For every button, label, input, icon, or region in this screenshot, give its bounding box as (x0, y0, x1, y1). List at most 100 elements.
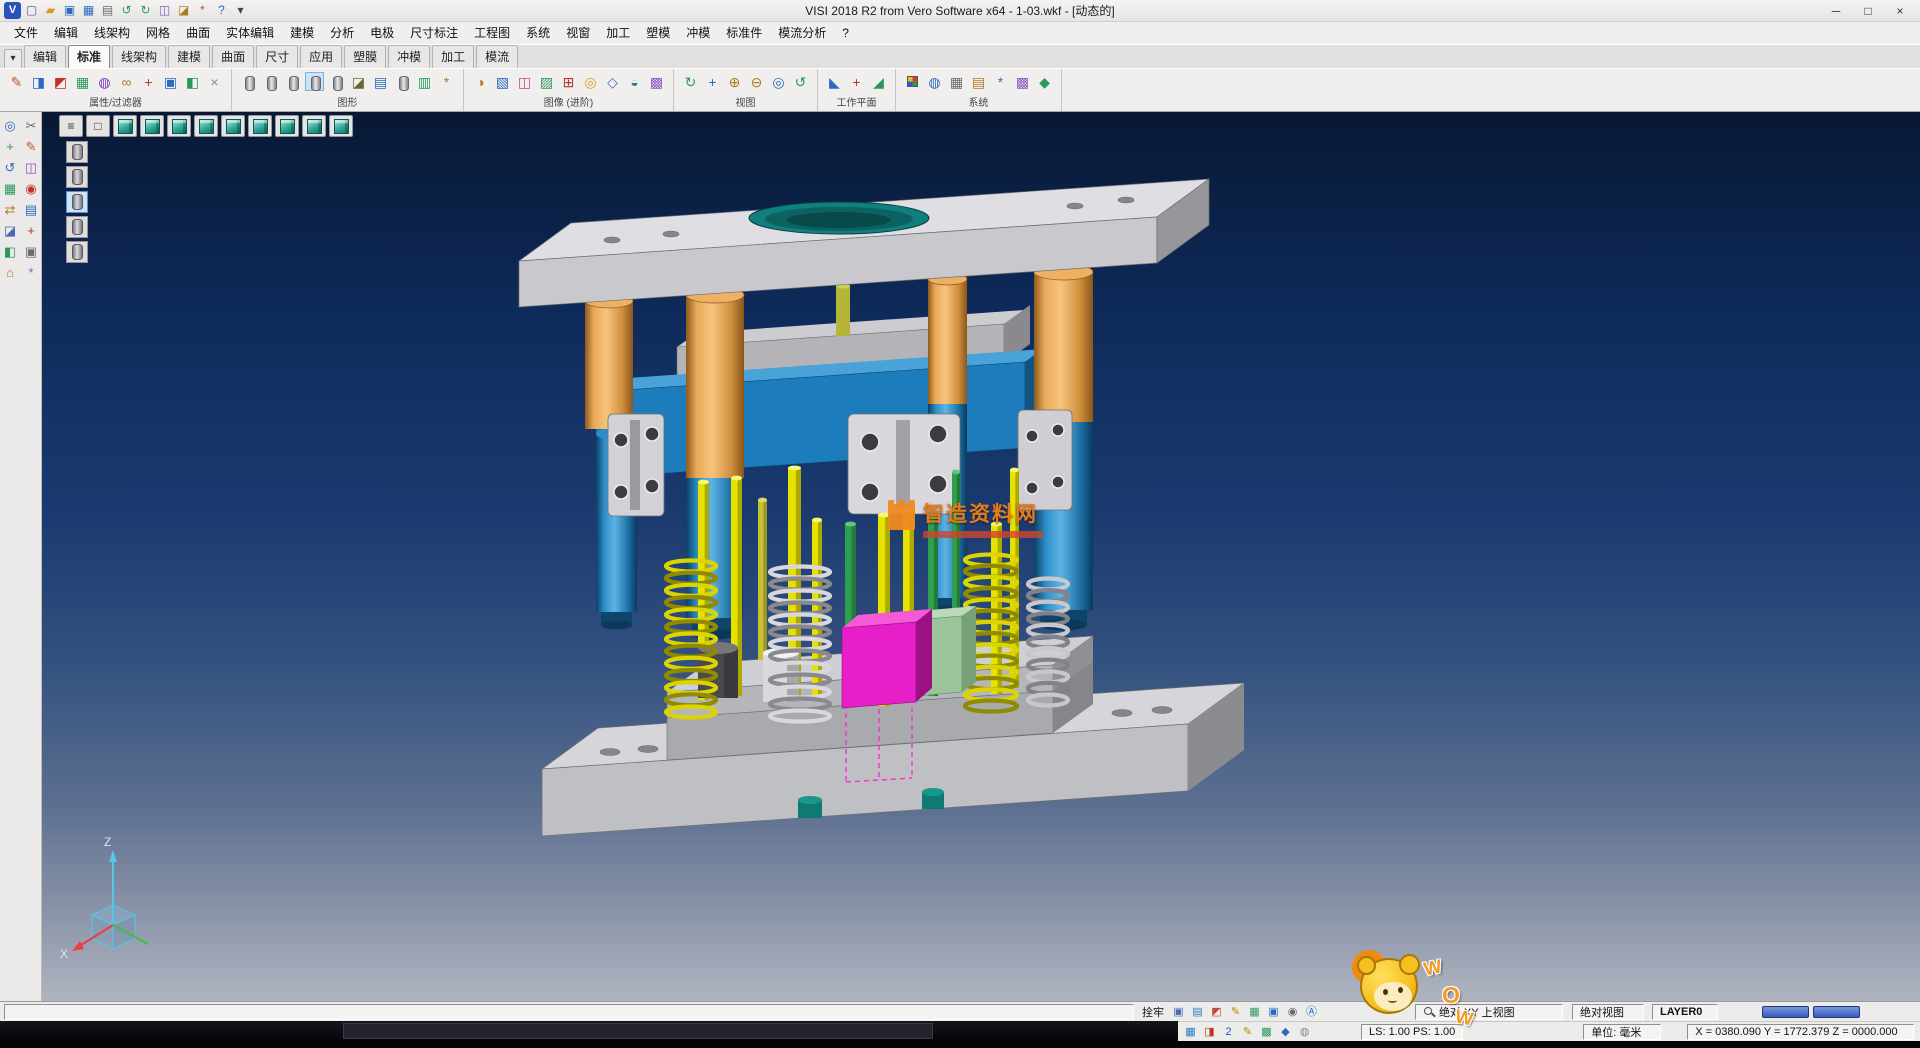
home-icon[interactable]: ⌂ (1, 263, 20, 282)
cube2-icon[interactable]: ◆ (1277, 1024, 1294, 1040)
workplane-xy-icon[interactable]: ◣ (825, 72, 844, 91)
info-icon[interactable]: ◉ (1284, 1004, 1301, 1020)
plus-icon[interactable]: + (22, 221, 41, 240)
system-colors-icon[interactable] (903, 72, 922, 91)
taskbar-app-button[interactable] (343, 1023, 933, 1039)
menu-item-5[interactable]: 实体编辑 (218, 22, 282, 44)
rotate-view-icon[interactable]: ↻ (681, 72, 700, 91)
draw-icon[interactable]: ✎ (1227, 1004, 1244, 1020)
pencil2-icon[interactable]: ✎ (1239, 1024, 1256, 1040)
move-icon[interactable]: + (1, 137, 20, 156)
layer-filter-icon[interactable]: ▦ (73, 72, 92, 91)
database-icon[interactable]: ▤ (969, 72, 988, 91)
redo-icon[interactable]: ↻ (137, 2, 154, 19)
scissors-icon[interactable]: ✂ (22, 116, 41, 135)
settings-icon[interactable]: * (194, 2, 211, 19)
background-icon[interactable]: ⊞ (559, 72, 578, 91)
box-icon[interactable]: ▣ (22, 242, 41, 261)
open-file-icon[interactable]: ▰ (42, 2, 59, 19)
menu-item-17[interactable]: 模流分析 (770, 22, 834, 44)
macro-icon[interactable]: ▩ (1013, 72, 1032, 91)
transparency-icon[interactable] (393, 72, 412, 91)
viewport-3d[interactable]: Z X ≡□ 智造资料网 (42, 112, 1920, 1001)
menu-item-14[interactable]: 塑模 (638, 22, 678, 44)
menu-item-12[interactable]: 视窗 (558, 22, 598, 44)
rotate-icon[interactable]: ↺ (1, 158, 20, 177)
menu-item-8[interactable]: 电极 (362, 22, 402, 44)
view-back-button[interactable] (275, 115, 299, 137)
snap-icon[interactable]: ▣ (1170, 1004, 1187, 1020)
advanced-image-settings-icon[interactable]: ▩ (647, 72, 666, 91)
编辑[interactable]: 编辑 (24, 45, 66, 68)
color-filter-icon[interactable]: ◩ (51, 72, 70, 91)
pan-view-icon[interactable]: + (703, 72, 722, 91)
help-icon[interactable]: ? (213, 2, 230, 19)
zoom-out-icon[interactable]: ⊖ (747, 72, 766, 91)
wireframe-mode-icon[interactable] (239, 72, 258, 91)
filter-edges-button[interactable] (66, 216, 88, 238)
palette2-icon[interactable]: ◨ (1201, 1024, 1218, 1040)
view-menu-button[interactable]: ≡ (59, 115, 83, 137)
view-right-button[interactable] (221, 115, 245, 137)
加工[interactable]: 加工 (432, 45, 474, 68)
graphics-settings-icon[interactable]: * (437, 72, 456, 91)
fit-view-icon[interactable]: ◎ (769, 72, 788, 91)
menu-item-6[interactable]: 建模 (282, 22, 322, 44)
尺寸[interactable]: 尺寸 (256, 45, 298, 68)
reflection-icon[interactable]: ◇ (603, 72, 622, 91)
menu-item-11[interactable]: 系统 (518, 22, 558, 44)
view-top-button[interactable] (167, 115, 191, 137)
view-dynamic-button[interactable] (329, 115, 353, 137)
mask-filter-icon[interactable]: ◧ (183, 72, 202, 91)
view-mode-field[interactable]: 绝对 XY 上视图 (1415, 1004, 1563, 1020)
menu-item-13[interactable]: 加工 (598, 22, 638, 44)
point-icon[interactable]: ◉ (22, 179, 41, 198)
menu-item-18[interactable]: ? (834, 22, 857, 44)
star-icon[interactable]: * (22, 263, 41, 282)
workplane-new-icon[interactable]: + (847, 72, 866, 91)
曲面[interactable]: 曲面 (212, 45, 254, 68)
clear-filter-icon[interactable]: × (205, 72, 224, 91)
shaded-edges-mode-icon[interactable] (305, 72, 324, 91)
light-icon[interactable]: ◎ (581, 72, 600, 91)
system-settings-icon[interactable]: ◆ (1035, 72, 1054, 91)
menu-item-9[interactable]: 尺寸标注 (402, 22, 466, 44)
material-icon[interactable]: ◫ (515, 72, 534, 91)
view-bottom-button[interactable] (302, 115, 326, 137)
paste-icon[interactable]: ◪ (175, 2, 192, 19)
menu-item-0[interactable]: 文件 (6, 22, 46, 44)
冲模[interactable]: 冲模 (388, 45, 430, 68)
image-capture-icon[interactable]: ◑ (471, 72, 490, 91)
minimize-button[interactable]: ─ (1820, 1, 1852, 21)
print-icon[interactable]: ▤ (99, 2, 116, 19)
highlight-edges-icon[interactable]: ▥ (415, 72, 434, 91)
array-icon[interactable]: ▦ (1, 179, 20, 198)
模流[interactable]: 模流 (476, 45, 518, 68)
ambient-icon[interactable]: ◒ (625, 72, 644, 91)
undo-icon[interactable]: ↺ (118, 2, 135, 19)
list-icon[interactable]: ▤ (22, 200, 41, 219)
draft-analysis-icon[interactable]: ▤ (371, 72, 390, 91)
shadow-icon[interactable]: ▨ (537, 72, 556, 91)
ime-icon[interactable]: Ⓐ (1303, 1004, 1320, 1020)
cube-icon[interactable]: ▣ (1265, 1004, 1282, 1020)
filter-solids-button[interactable] (66, 166, 88, 188)
model-canvas[interactable]: Z X (42, 112, 1920, 1001)
menu-item-2[interactable]: 线架构 (86, 22, 138, 44)
menu-item-3[interactable]: 网格 (138, 22, 178, 44)
view-front-button[interactable] (194, 115, 218, 137)
应用[interactable]: 应用 (300, 45, 342, 68)
view-shaded-button[interactable] (113, 115, 137, 137)
system-globe-icon[interactable]: ◍ (925, 72, 944, 91)
save-all-icon[interactable]: ▦ (80, 2, 97, 19)
element-filter-icon[interactable]: ◍ (95, 72, 114, 91)
menu-item-10[interactable]: 工程图 (466, 22, 518, 44)
new-file-icon[interactable]: ▢ (23, 2, 40, 19)
filter-all-button[interactable] (66, 141, 88, 163)
zoom-in-icon[interactable]: ⊕ (725, 72, 744, 91)
zoom-window-icon[interactable]: ◎ (1, 116, 20, 135)
layer-field[interactable]: LAYER0 (1652, 1004, 1718, 1020)
线架构[interactable]: 线架构 (112, 45, 166, 68)
texture-icon[interactable]: ▧ (493, 72, 512, 91)
view-left-button[interactable] (248, 115, 272, 137)
